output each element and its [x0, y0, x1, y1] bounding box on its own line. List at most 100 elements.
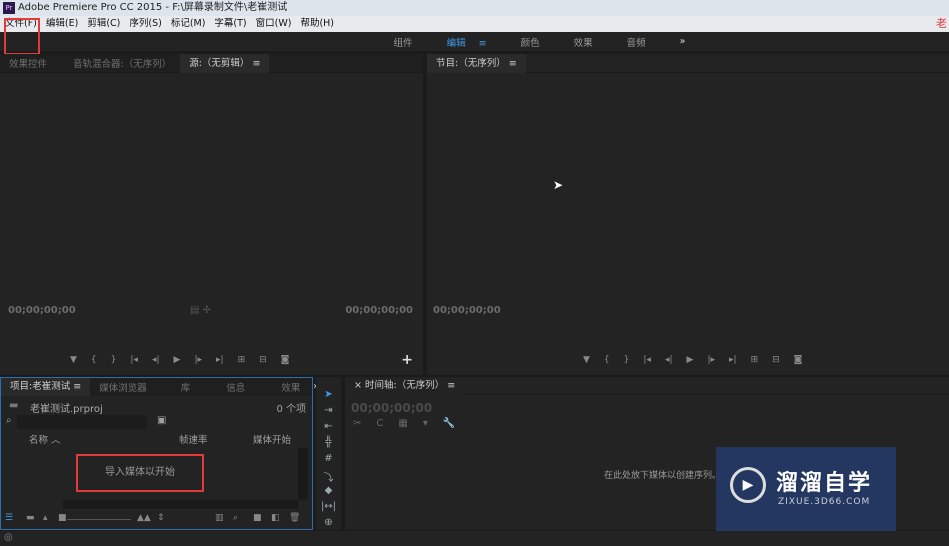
go-to-out-icon[interactable]: ▸|: [216, 355, 224, 365]
step-forward-icon[interactable]: |▸: [194, 355, 202, 365]
add-button[interactable]: +: [401, 352, 413, 368]
rate-stretch-tool-icon[interactable]: #: [316, 453, 341, 469]
play-icon[interactable]: ▶: [174, 355, 181, 365]
tab-audio-mixer[interactable]: 音轨混合器:（无序列）: [64, 56, 180, 70]
step-back-icon[interactable]: ◂|: [665, 355, 673, 365]
add-marker-icon[interactable]: ▦: [398, 418, 407, 429]
workspace-menu-icon[interactable]: ≡: [479, 38, 487, 49]
new-item-icon[interactable]: ◧: [271, 513, 280, 523]
workspace-more-button[interactable]: »: [680, 36, 686, 47]
mark-in-icon[interactable]: {: [91, 355, 97, 365]
tab-media-browser[interactable]: 媒体浏览器: [90, 380, 156, 394]
track-select-tool-icon[interactable]: ⇥: [316, 405, 341, 421]
workspace-assembly[interactable]: 组件: [394, 35, 413, 49]
project-panel: 项目:老崔测试 ≡ 媒体浏览器 库 信息 效果 » ▬ 老崔测试.prproj …: [0, 377, 319, 530]
list-view-icon[interactable]: ☰: [5, 513, 13, 523]
status-bar: ◎: [0, 531, 949, 546]
zoom-slider[interactable]: [67, 519, 131, 520]
tab-effects[interactable]: 效果: [272, 380, 309, 394]
tab-source[interactable]: 源:（无剪辑） ≡: [180, 53, 270, 73]
workspace-effects[interactable]: 效果: [574, 35, 593, 49]
razor-tool-icon[interactable]: ⤵: [316, 469, 341, 485]
menu-marker[interactable]: 标记(M): [171, 16, 206, 32]
marker-icon[interactable]: ▼: [70, 355, 77, 365]
linked-selection-icon[interactable]: C: [376, 418, 383, 429]
tab-effect-controls[interactable]: 效果控件: [0, 56, 56, 70]
go-to-in-icon[interactable]: |◂: [643, 355, 651, 365]
overwrite-icon[interactable]: ⊟: [259, 355, 267, 365]
export-frame-icon[interactable]: ◙: [794, 355, 803, 365]
premiere-logo-icon: Pr: [3, 2, 15, 14]
zoom-in-icon[interactable]: ▲▲: [137, 513, 151, 523]
menu-clip[interactable]: 剪辑(C): [87, 16, 120, 32]
step-back-icon[interactable]: ◂|: [152, 355, 160, 365]
workspace-color[interactable]: 颜色: [521, 35, 540, 49]
new-bin-from-search-icon[interactable]: ▣: [157, 415, 166, 426]
menu-sequence[interactable]: 序列(S): [129, 16, 161, 32]
project-footer-toolbar: ☰ ▬ ▴ ■ ▲▲ ⇕ ▥ ⌕ ■ ◧ 🗑: [5, 513, 305, 527]
zoom-out-icon[interactable]: ▴: [43, 513, 48, 523]
mark-in-icon[interactable]: {: [604, 355, 610, 365]
menu-title[interactable]: 字幕(T): [214, 16, 246, 32]
slide-tool-icon[interactable]: |↔|: [316, 501, 341, 517]
wrench-icon[interactable]: 🔧: [443, 418, 455, 429]
menu-bar: 文件(F) 编辑(E) 剪辑(C) 序列(S) 标记(M) 字幕(T) 窗口(W…: [0, 16, 949, 32]
panel-menu-icon[interactable]: ≡: [73, 381, 81, 392]
tab-info[interactable]: 信息: [217, 380, 254, 394]
export-frame-icon[interactable]: ◙: [281, 355, 290, 365]
mark-out-icon[interactable]: }: [624, 355, 630, 365]
column-name[interactable]: 名称 ︿: [29, 432, 61, 446]
snap-icon[interactable]: ✂: [353, 418, 361, 429]
menu-help[interactable]: 帮助(H): [300, 16, 334, 32]
tab-program[interactable]: 节目:（无序列） ≡: [427, 53, 526, 73]
rolling-edit-tool-icon[interactable]: ╬: [316, 437, 341, 453]
menu-edit[interactable]: 编辑(E): [46, 16, 78, 32]
panel-menu-icon[interactable]: ≡: [509, 58, 517, 69]
mark-out-icon[interactable]: }: [111, 355, 117, 365]
extract-icon[interactable]: ⊟: [772, 355, 780, 365]
source-timecode-duration: 00;00;00;00: [345, 305, 413, 316]
sort-icon[interactable]: ⇕: [157, 513, 165, 523]
marker-icon[interactable]: ▼: [583, 355, 590, 365]
automate-to-sequence-icon[interactable]: ▥: [215, 513, 224, 523]
trash-icon[interactable]: 🗑: [289, 513, 300, 523]
lift-icon[interactable]: ⊞: [751, 355, 759, 365]
zoom-slider-handle[interactable]: ■: [58, 513, 67, 523]
tab-project-label: 项目:老崔测试: [10, 380, 71, 392]
play-icon[interactable]: ▶: [687, 355, 694, 365]
panel-menu-icon[interactable]: ≡: [447, 380, 455, 391]
tab-project[interactable]: 项目:老崔测试 ≡: [1, 377, 91, 396]
new-bin-icon[interactable]: ■: [253, 513, 262, 523]
panel-menu-icon[interactable]: ≡: [252, 58, 260, 69]
import-media-hint[interactable]: 导入媒体以开始: [76, 454, 204, 492]
ripple-edit-tool-icon[interactable]: ⇤: [316, 421, 341, 437]
find-icon[interactable]: ⌕: [233, 513, 238, 523]
search-input[interactable]: [17, 415, 147, 429]
source-panel: 效果控件 音轨混合器:（无序列） 源:（无剪辑） ≡ 00;00;00;00 0…: [0, 53, 423, 375]
creative-cloud-icon[interactable]: ◎: [4, 532, 13, 543]
workspace-editing[interactable]: 编辑: [447, 38, 466, 49]
mouse-cursor-icon: ➤: [553, 178, 564, 192]
slip-tool-icon[interactable]: ◆: [316, 485, 341, 501]
marker-icon[interactable]: ▾: [423, 418, 428, 429]
close-icon[interactable]: ×: [354, 380, 362, 391]
column-frame-rate[interactable]: 帧速率: [179, 432, 208, 446]
project-file-name: 老崔测试.prproj: [30, 404, 103, 415]
folder-icon: ▬: [9, 400, 19, 411]
horizontal-scrollbar[interactable]: [63, 500, 298, 509]
go-to-in-icon[interactable]: |◂: [130, 355, 138, 365]
tab-timeline-label: 时间轴:（无序列）: [365, 379, 445, 391]
drop-media-hint: 在此处放下媒体以创建序列。: [604, 471, 722, 481]
selection-tool-icon[interactable]: ➤: [316, 389, 341, 405]
insert-icon[interactable]: ⊞: [238, 355, 246, 365]
go-to-out-icon[interactable]: ▸|: [729, 355, 737, 365]
column-media-start[interactable]: 媒体开始: [253, 432, 291, 446]
step-forward-icon[interactable]: |▸: [707, 355, 715, 365]
tab-timeline[interactable]: × 时间轴:（无序列） ≡: [345, 376, 465, 395]
settings-icon[interactable]: ▤ ✢: [190, 305, 211, 316]
workspace-audio[interactable]: 音频: [627, 35, 646, 49]
tab-libraries[interactable]: 库: [172, 380, 200, 394]
vertical-scrollbar[interactable]: [298, 448, 308, 500]
menu-window[interactable]: 窗口(W): [256, 16, 292, 32]
icon-view-icon[interactable]: ▬: [26, 513, 35, 523]
